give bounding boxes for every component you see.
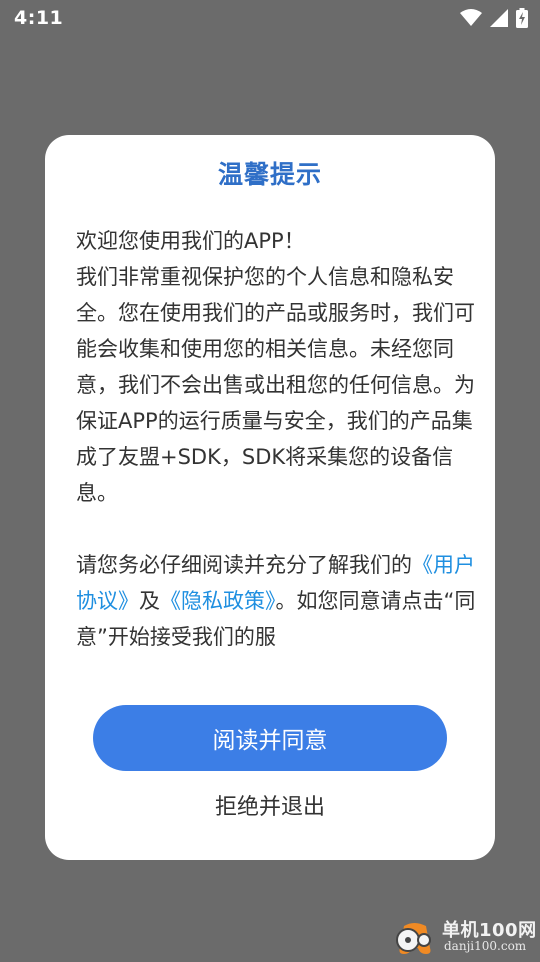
- watermark-url: danji100.com: [444, 939, 527, 953]
- intro-text: 欢迎您使用我们的APP！: [76, 229, 305, 253]
- conjunction-text: 及: [139, 589, 160, 613]
- privacy-dialog: 温馨提示 欢迎您使用我们的APP！ 我们非常重视保护您的个人信息和隐私安全。您在…: [45, 135, 495, 860]
- dialog-body[interactable]: 欢迎您使用我们的APP！ 我们非常重视保护您的个人信息和隐私安全。您在使用我们的…: [76, 223, 476, 651]
- signal-icon: [490, 9, 508, 27]
- watermark: 单机100网 danji100.com: [388, 914, 538, 960]
- privacy-body-text: 我们非常重视保护您的个人信息和隐私安全。您在使用我们的产品或服务时，我们可能会收…: [76, 265, 475, 505]
- privacy-policy-link[interactable]: 《隐私政策》: [160, 589, 276, 613]
- status-time: 4:11: [14, 7, 64, 29]
- gamepad-logo-icon: [390, 918, 440, 962]
- notice-text: 请您务必仔细阅读并充分了解我们的《用户协议》及《隐私政策》。如您同意请点击“同意…: [76, 547, 476, 651]
- status-icons: [460, 8, 528, 28]
- status-bar: 4:11: [0, 0, 540, 36]
- battery-charging-icon: [516, 8, 528, 28]
- dialog-title: 温馨提示: [217, 160, 322, 189]
- wifi-icon: [460, 9, 482, 27]
- notice-prefix: 请您务必仔细阅读并充分了解我们的: [76, 553, 412, 577]
- reject-exit-button[interactable]: 拒绝并退出: [145, 785, 395, 825]
- agree-button[interactable]: 阅读并同意: [93, 705, 447, 771]
